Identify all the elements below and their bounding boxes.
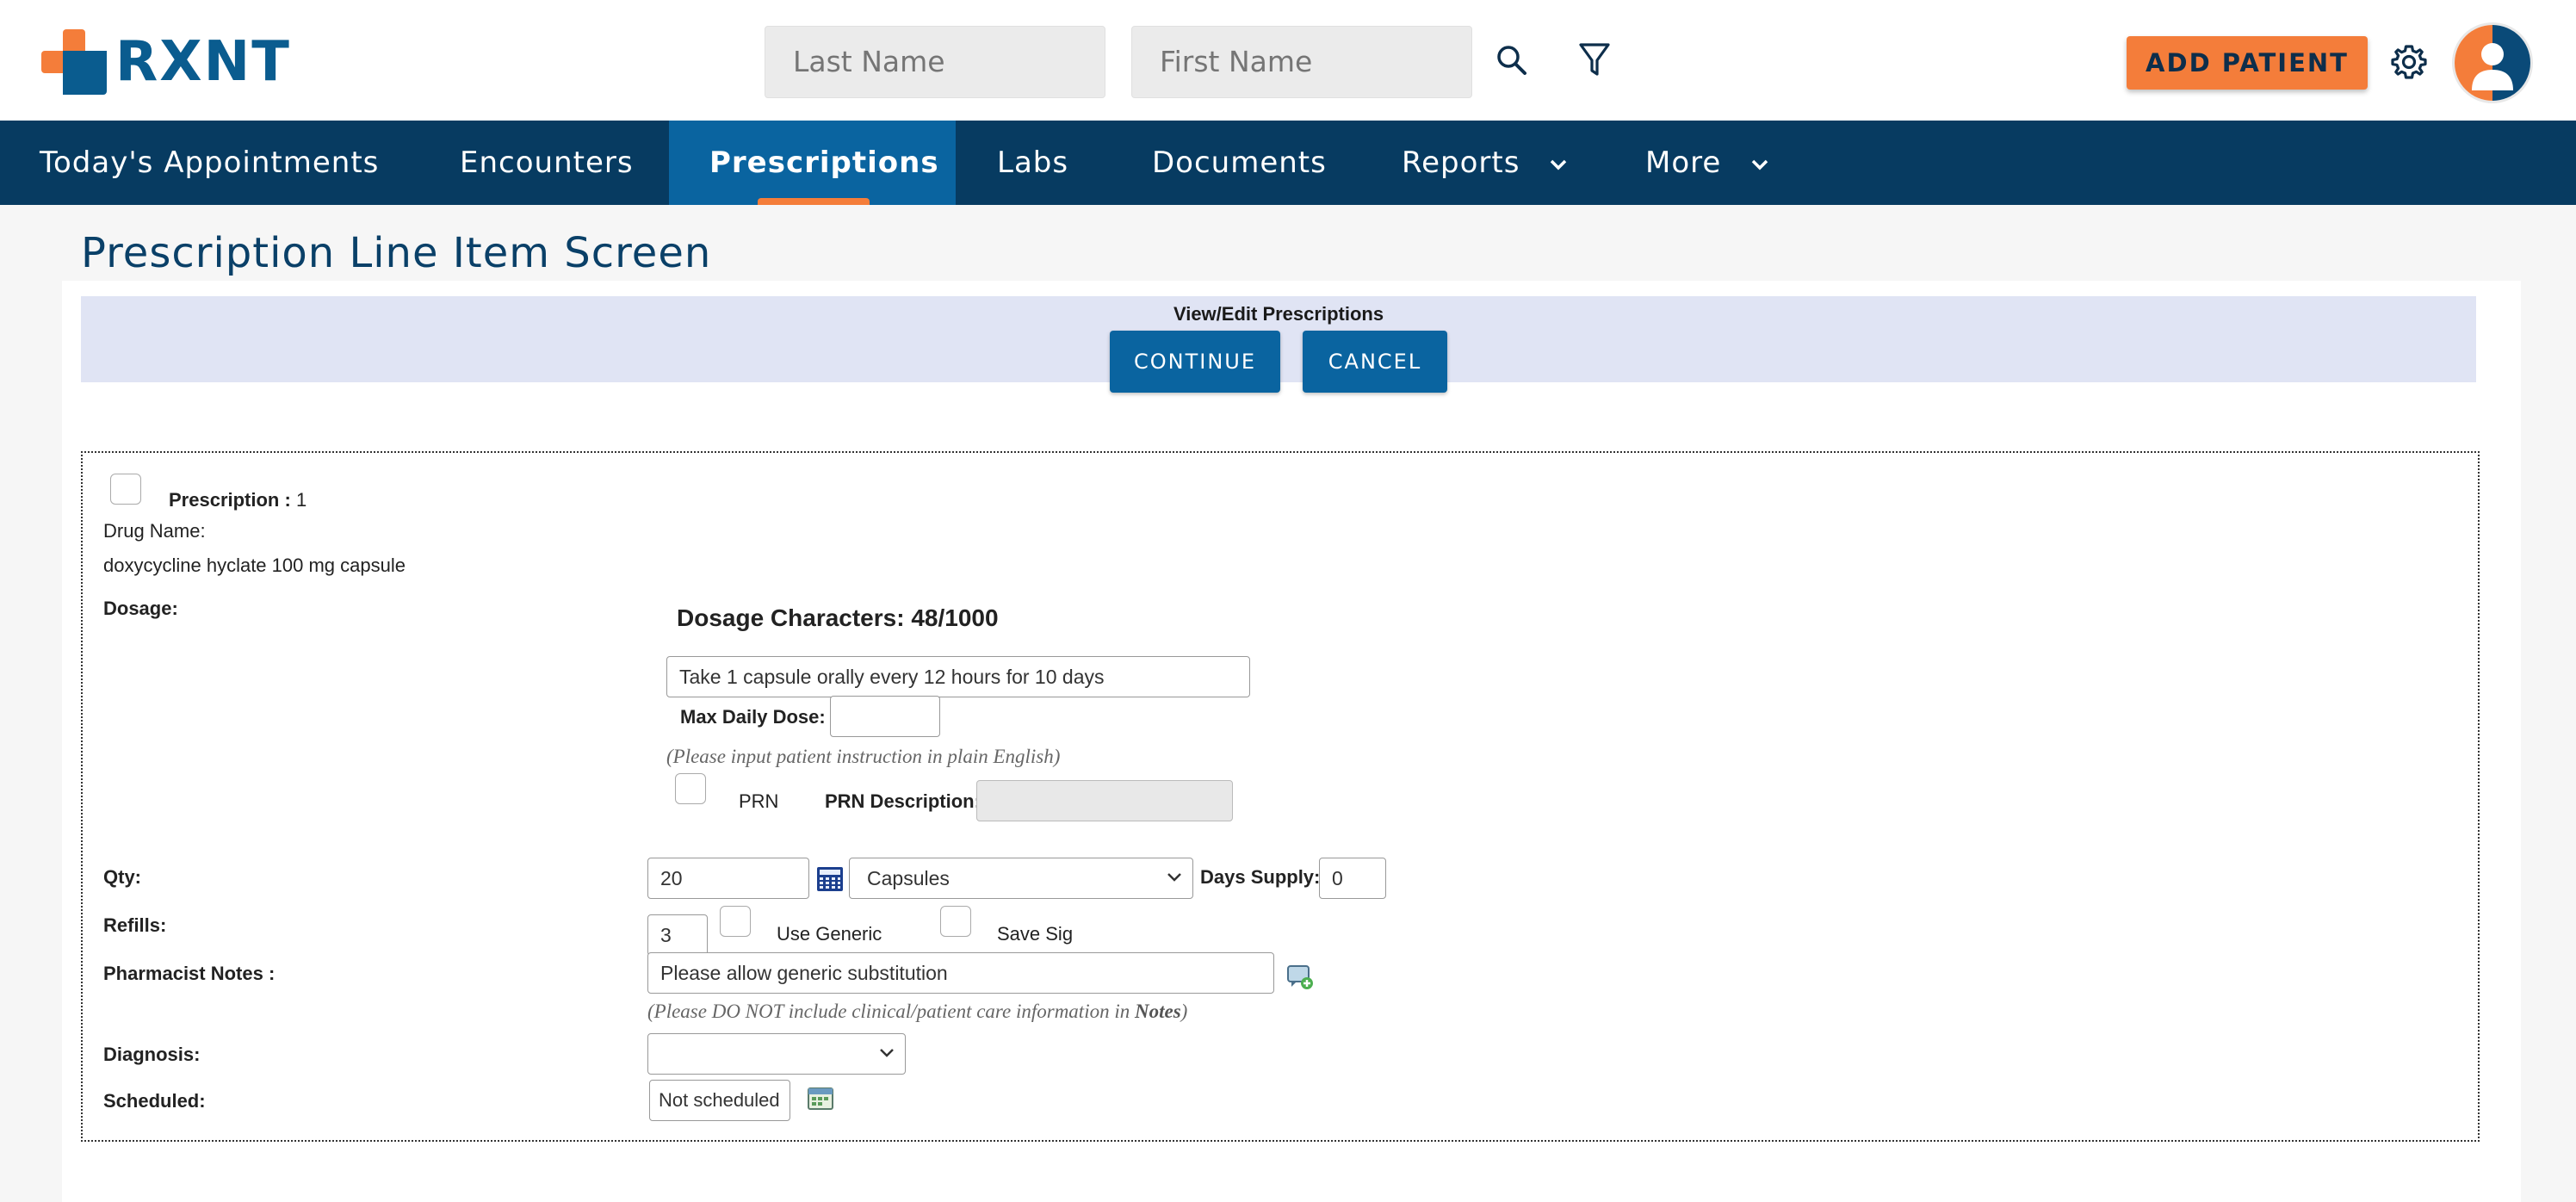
active-tab-indicator [758,198,870,205]
nav-label: Today's Appointments [40,146,380,180]
scheduled-label: Scheduled: [103,1090,206,1112]
nav-labs[interactable]: Labs [997,121,1068,205]
main-nav: Today's Appointments Encounters Prescrip… [0,121,2576,205]
continue-button[interactable]: CONTINUE [1110,331,1280,393]
nav-reports[interactable]: Reports [1402,121,1568,205]
unit-select[interactable]: Capsules [849,858,1193,899]
dosage-label: Dosage: [103,598,178,619]
nav-label: Reports [1402,146,1520,180]
pharmacist-notes-label: Pharmacist Notes : [103,963,276,984]
refills-label: Refills: [103,914,167,936]
logo-text: RXNT [115,30,291,94]
notes-hint: (Please DO NOT include clinical/patient … [647,1001,1187,1023]
nav-label: Labs [997,146,1069,180]
prn-checkbox[interactable] [675,773,706,804]
add-patient-button[interactable]: ADD PATIENT [2127,36,2368,90]
prn-description-input[interactable] [976,780,1233,821]
rxnt-logo[interactable]: RXNT [41,29,291,95]
user-avatar[interactable] [2452,22,2533,103]
chevron-down-icon [1550,159,1567,170]
view-edit-bar: View/Edit Prescriptions CONTINUE CANCEL [81,296,2476,393]
page-title: Prescription Line Item Screen [81,229,712,277]
max-daily-dose-label: Max Daily Dose: [680,706,826,728]
view-edit-title: View/Edit Prescriptions [1173,303,1384,325]
chevron-down-icon [880,1049,894,1057]
nav-documents[interactable]: Documents [1152,121,1327,205]
prescription-box: Prescription : 1 Drug Name: doxycycline … [81,451,2480,1142]
unit-select-value: Capsules [867,867,950,889]
nav-encounters[interactable]: Encounters [460,121,634,205]
notes-hint-prefix: (Please DO NOT include clinical/patient … [647,1001,1135,1022]
use-generic-checkbox[interactable] [720,906,751,937]
diagnosis-label: Diagnosis: [103,1044,201,1065]
drug-name-value: doxycycline hyclate 100 mg capsule [103,555,406,576]
dosage-hint: (Please input patient instruction in pla… [666,746,1061,767]
qty-input[interactable]: 20 [647,858,809,899]
diagnosis-select[interactable] [647,1033,906,1075]
dosage-input[interactable]: Take 1 capsule orally every 12 hours for… [666,656,1250,697]
nav-more[interactable]: More [1645,121,1769,205]
nav-label: Encounters [460,146,634,180]
scheduled-input[interactable]: Not scheduled [649,1080,790,1121]
top-bar: RXNT ADD PATIENT [0,0,2576,121]
gear-icon[interactable] [2383,36,2435,88]
prescription-select-checkbox[interactable] [110,474,141,505]
nav-label: More [1645,146,1722,180]
save-sig-checkbox[interactable] [940,906,971,937]
drug-name-label: Drug Name: [103,520,206,542]
refills-input[interactable]: 3 [647,914,708,956]
prn-description-label: PRN Description: [825,790,981,812]
days-supply-input[interactable]: 0 [1319,858,1386,899]
pharmacist-notes-input[interactable]: Please allow generic substitution [647,952,1274,994]
prescription-heading: Prescription : 1 [169,489,307,511]
add-note-icon[interactable] [1286,964,1314,994]
prescription-number: 1 [295,489,307,511]
last-name-input[interactable] [765,26,1105,98]
use-generic-label: Use Generic [777,923,882,945]
cancel-button[interactable]: CANCEL [1303,331,1447,393]
max-daily-dose-input[interactable] [830,696,940,737]
nav-prescriptions[interactable]: Prescriptions [669,121,956,205]
days-supply-label: Days Supply: [1200,866,1321,888]
dosage-characters: Dosage Characters: 48/1000 [677,604,999,631]
calculator-icon[interactable] [816,866,844,895]
nav-label: Documents [1152,146,1327,180]
chevron-down-icon [1167,873,1181,882]
nav-label: Prescriptions [709,146,939,180]
save-sig-label: Save Sig [997,923,1074,945]
first-name-input[interactable] [1131,26,1472,98]
filter-icon[interactable] [1569,34,1620,86]
prescription-label: Prescription : [169,489,291,511]
notes-hint-bold: Notes [1134,1001,1181,1022]
nav-todays-appointments[interactable]: Today's Appointments [40,121,379,205]
notes-hint-suffix: ) [1180,1001,1188,1022]
search-icon[interactable] [1486,34,1538,86]
logo-cross-icon [41,29,107,95]
prn-label: PRN [739,790,779,812]
qty-label: Qty: [103,866,141,888]
calendar-icon[interactable] [808,1087,833,1114]
chevron-down-icon [1751,159,1768,170]
